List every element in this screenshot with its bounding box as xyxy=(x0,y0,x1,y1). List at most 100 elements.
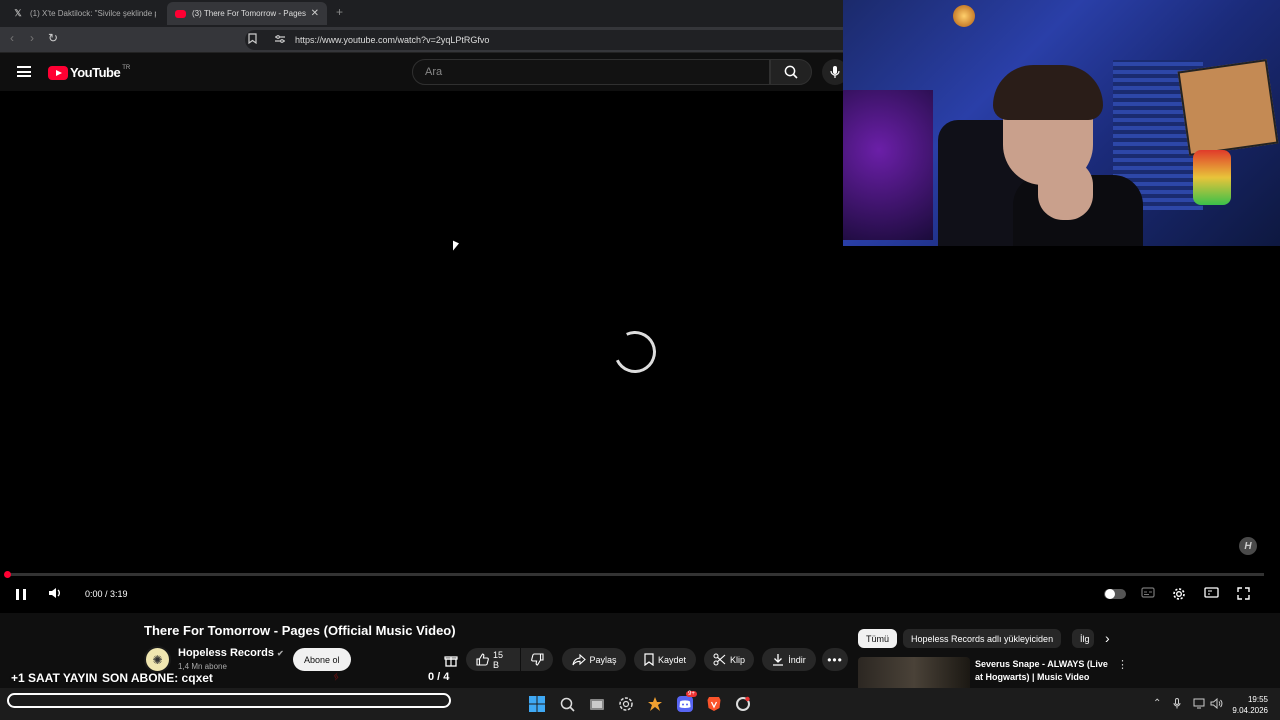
save-button[interactable]: Kaydet xyxy=(634,648,696,671)
logo-text: YouTube xyxy=(70,65,121,80)
channel-watermark-icon[interactable]: H xyxy=(1239,537,1257,555)
chip-from-uploader[interactable]: Hopeless Records adlı yükleyiciden xyxy=(903,629,1062,648)
tab-label: (1) X'te Daktilock: "Sivilce şeklinde p… xyxy=(30,9,156,18)
sponsor-logo: ᛃ xyxy=(332,671,339,683)
anime-poster xyxy=(1177,59,1279,156)
lamp xyxy=(953,5,975,27)
settings-button[interactable] xyxy=(1172,587,1186,601)
scissors-icon xyxy=(713,653,726,666)
address-bar[interactable]: https://www.youtube.com/watch?v=2yqLPtRG… xyxy=(245,30,843,50)
clip-button[interactable]: Klip xyxy=(704,648,754,671)
goal-counter: 0 / 4 xyxy=(428,671,450,683)
app-icon[interactable] xyxy=(647,696,663,712)
stream-goal-bar xyxy=(7,693,451,708)
time-display: 0:00 / 3:19 xyxy=(85,589,128,599)
site-info-icon[interactable] xyxy=(275,35,285,45)
progress-scrubber[interactable] xyxy=(4,571,11,578)
related-panel: Tümü Hopeless Records adlı yükleyiciden … xyxy=(850,613,1280,688)
download-label: İndir xyxy=(788,654,806,665)
youtube-icon xyxy=(175,9,186,18)
new-tab-icon[interactable]: + xyxy=(336,5,343,19)
search-button[interactable] xyxy=(770,59,812,85)
chip-related[interactable]: İlg xyxy=(1072,629,1094,648)
chatgpt-icon[interactable] xyxy=(618,696,634,712)
discord-badge: 9+ xyxy=(686,691,697,697)
forward-icon[interactable]: › xyxy=(30,31,34,45)
progress-bar[interactable] xyxy=(4,571,1264,578)
share-icon xyxy=(571,653,586,665)
tab-x[interactable]: 𝕏 (1) X'te Daktilock: "Sivilce şeklinde … xyxy=(4,2,164,25)
autoplay-toggle[interactable] xyxy=(1104,589,1126,599)
gift-icon xyxy=(444,655,458,667)
search-input[interactable]: Ara xyxy=(412,59,770,85)
related-thumbnail[interactable] xyxy=(858,657,970,688)
clock-date: 9.04.2026 xyxy=(1232,706,1268,715)
save-label: Kaydet xyxy=(657,654,687,665)
clip-label: Klip xyxy=(730,654,746,665)
latest-subscriber-text: SON ABONE: cqxet xyxy=(102,671,213,685)
related-title[interactable]: Severus Snape - ALWAYS (Live at Hogwarts… xyxy=(975,658,1110,684)
captions-icon xyxy=(1141,587,1155,598)
youtube-logo[interactable]: YouTube TR xyxy=(48,65,130,80)
country-code: TR xyxy=(122,64,131,71)
more-actions-button[interactable]: ••• xyxy=(822,648,848,671)
brave-browser-icon[interactable] xyxy=(706,696,722,712)
thumbs-up-icon xyxy=(476,653,489,666)
x-logo-icon: 𝕏 xyxy=(14,8,22,18)
more-vertical-icon[interactable]: ⋮ xyxy=(1117,658,1128,671)
thumbs-down-icon xyxy=(530,653,544,666)
dislike-button[interactable] xyxy=(521,648,553,671)
streamer-hair xyxy=(993,65,1103,120)
share-button[interactable]: Paylaş xyxy=(562,648,626,671)
gear-icon xyxy=(1173,588,1185,600)
like-button[interactable]: 15 B xyxy=(466,648,520,671)
download-icon xyxy=(773,654,784,666)
volume-button[interactable] xyxy=(48,587,62,599)
pause-button[interactable] xyxy=(14,587,28,601)
taskbar-search-icon[interactable] xyxy=(559,696,575,712)
windows-start-icon[interactable] xyxy=(529,696,545,712)
more-horizontal-icon: ••• xyxy=(827,652,843,667)
opera-gx-icon[interactable] xyxy=(735,696,751,712)
download-button[interactable]: İndir xyxy=(762,648,816,671)
reload-icon[interactable]: ↻ xyxy=(48,31,58,45)
neon-poster xyxy=(843,90,933,240)
speaker-icon[interactable] xyxy=(1210,697,1223,712)
tab-youtube[interactable]: (3) There For Tomorrow - Pages ✕ xyxy=(167,2,327,25)
fullscreen-icon xyxy=(1237,587,1250,600)
theater-mode-button[interactable] xyxy=(1204,587,1219,598)
chip-all[interactable]: Tümü xyxy=(858,629,898,648)
rgb-microphone xyxy=(1193,150,1231,205)
clock-time: 19:55 xyxy=(1247,695,1268,704)
fullscreen-button[interactable] xyxy=(1237,587,1250,600)
tray-overflow-icon[interactable]: ⌃ xyxy=(1153,698,1161,709)
stream-duration-text: +1 SAAT YAYIN xyxy=(11,671,98,685)
channel-name-text: Hopeless Records xyxy=(178,647,274,659)
stream-overlay: +1 SAAT YAYIN SON ABONE: cqxet ᛃ 0 / 4 xyxy=(0,668,460,690)
network-icon[interactable] xyxy=(1193,698,1205,712)
browser-tab-strip: 𝕏 (1) X'te Daktilock: "Sivilce şeklinde … xyxy=(0,0,843,27)
share-label: Paylaş xyxy=(589,654,617,665)
microphone-tray-icon[interactable] xyxy=(1173,698,1181,712)
subtitles-button[interactable] xyxy=(1141,587,1155,598)
screen: 𝕏 (1) X'te Daktilock: "Sivilce şeklinde … xyxy=(0,0,1280,720)
bookmark-icon[interactable] xyxy=(248,33,257,47)
video-title: There For Tomorrow - Pages (Official Mus… xyxy=(144,623,456,638)
channel-name[interactable]: Hopeless Records ✔ xyxy=(178,647,284,659)
search-placeholder: Ara xyxy=(425,66,443,78)
youtube-header: YouTube TR Ara xyxy=(0,53,848,91)
file-explorer-icon[interactable] xyxy=(589,696,605,712)
microphone-icon xyxy=(830,66,840,78)
url-text: https://www.youtube.com/watch?v=2yqLPtRG… xyxy=(295,35,490,45)
menu-icon[interactable] xyxy=(17,66,31,77)
system-clock[interactable]: 19:55 9.04.2026 xyxy=(1230,694,1268,716)
search-icon xyxy=(784,65,798,79)
discord-icon[interactable]: 9+ xyxy=(677,691,697,712)
browser-toolbar: ‹ › ↻ https://www.youtube.com/watch?v=2y… xyxy=(0,27,843,53)
verified-icon: ✔ xyxy=(277,649,284,658)
close-tab-icon[interactable]: ✕ xyxy=(311,8,319,19)
bookmark-save-icon xyxy=(644,653,654,666)
back-icon[interactable]: ‹ xyxy=(10,31,14,45)
chevron-right-icon[interactable]: › xyxy=(1105,630,1110,646)
volume-icon xyxy=(49,588,60,598)
